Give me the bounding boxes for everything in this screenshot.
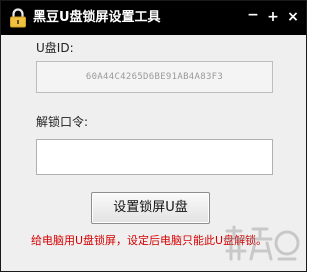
- usb-id-label: U盘ID:: [36, 41, 74, 55]
- title-bar[interactable]: 黑豆U盘锁屏设置工具 − + ×: [1, 1, 306, 35]
- unlock-code-label: 解锁口令:: [36, 115, 89, 129]
- watermark-logo: [223, 225, 300, 261]
- app-window: 黑豆U盘锁屏设置工具 − + × U盘ID: 60A44C4265D6BE91A…: [0, 0, 307, 272]
- unlock-code-field: [36, 139, 276, 175]
- usb-id-field[interactable]: 60A44C4265D6BE91AB4A83F3: [36, 61, 273, 93]
- usb-id-value: 60A44C4265D6BE91AB4A83F3: [85, 72, 224, 82]
- unlock-code-input[interactable]: [39, 142, 276, 172]
- window-title: 黑豆U盘锁屏设置工具: [33, 10, 161, 25]
- minimize-button[interactable]: −: [245, 7, 261, 23]
- maximize-button[interactable]: +: [265, 9, 281, 25]
- lock-icon: [10, 8, 26, 28]
- set-lock-usb-button[interactable]: 设置锁屏U盘: [91, 192, 210, 224]
- close-button[interactable]: ×: [285, 9, 301, 25]
